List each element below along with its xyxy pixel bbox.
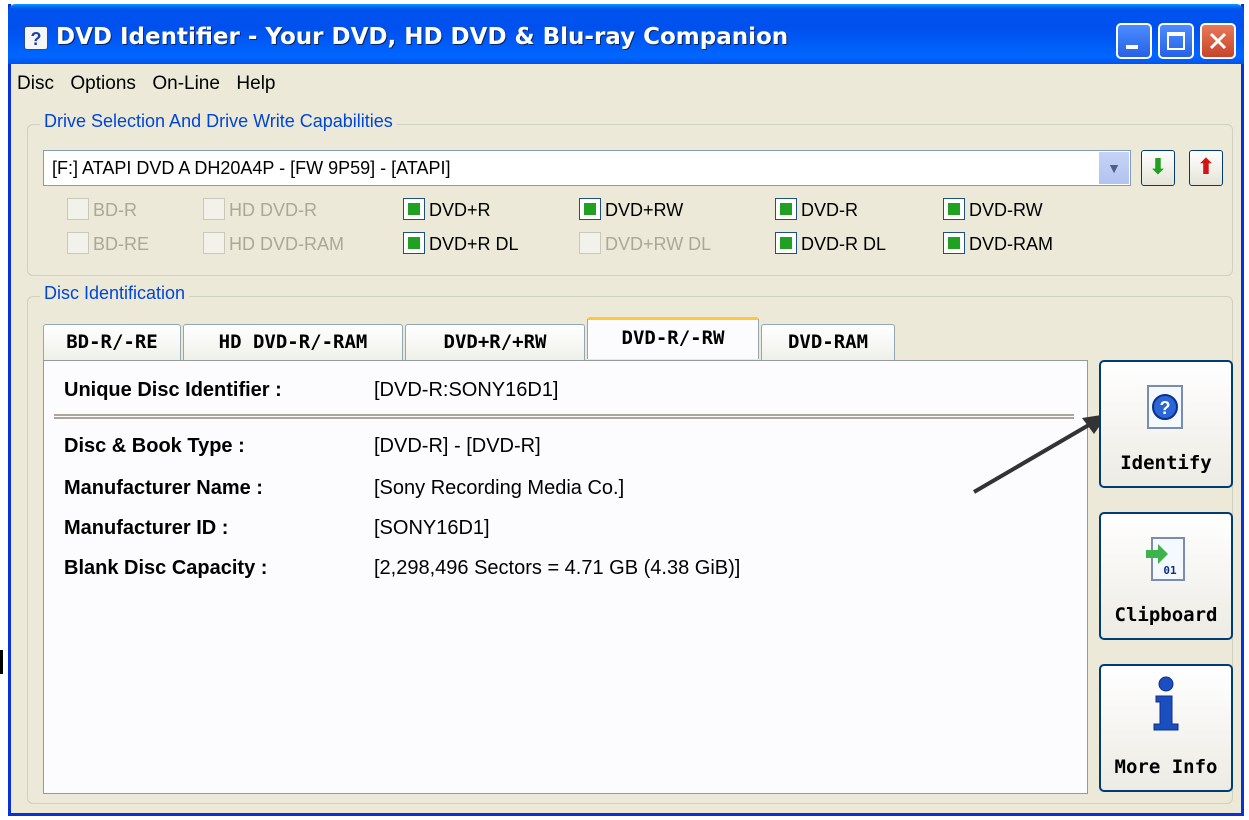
cap-dvd-minus-rw: DVD-RW xyxy=(943,198,1043,222)
cap-label: BD-RE xyxy=(93,234,150,254)
cap-bd-re: BD-RE xyxy=(67,232,150,256)
svg-text:01: 01 xyxy=(1163,564,1177,577)
drive-select-value: [F:] ATAPI DVD A DH20A4P - [FW 9P59] - [… xyxy=(52,158,451,178)
uid-label: Unique Disc Identifier : xyxy=(64,379,282,401)
more-info-button[interactable]: More Info xyxy=(1099,664,1233,792)
identify-label: Identify xyxy=(1120,452,1212,474)
cap-dvd-plus-rw: DVD+RW xyxy=(579,198,684,222)
cap-label: DVD-RAM xyxy=(969,234,1053,254)
window-title: DVD Identifier - Your DVD, HD DVD & Blu-… xyxy=(56,24,789,50)
close-button[interactable] xyxy=(1200,23,1236,59)
cap-dvd-plus-r-dl: DVD+R DL xyxy=(403,232,519,256)
clipboard-button[interactable]: 01 Clipboard xyxy=(1099,512,1233,640)
checkbox xyxy=(403,198,425,221)
checkbox xyxy=(67,232,89,255)
drive-group-label: Drive Selection And Drive Write Capabili… xyxy=(40,111,397,132)
maximize-icon xyxy=(1167,32,1185,50)
tab-dvd-minus-r-rw[interactable]: DVD-R/-RW xyxy=(587,317,759,359)
chevron-down-icon[interactable]: ▼ xyxy=(1098,152,1129,184)
uid-value: [DVD-R:SONY16D1] xyxy=(374,379,559,401)
cap-label: DVD+RW xyxy=(605,200,684,220)
manufacturer-id-label: Manufacturer ID : xyxy=(64,517,229,539)
capacity-value: [2,298,496 Sectors = 4.71 GB (4.38 GiB)] xyxy=(374,557,741,579)
cap-hd-dvd-ram: HD DVD-RAM xyxy=(203,232,344,256)
drive-select[interactable]: [F:] ATAPI DVD A DH20A4P - [FW 9P59] - [… xyxy=(43,150,1131,186)
manufacturer-name-label: Manufacturer Name : xyxy=(64,477,263,499)
checkbox xyxy=(943,198,965,221)
clipboard-label: Clipboard xyxy=(1114,604,1218,626)
maximize-button[interactable] xyxy=(1158,23,1194,59)
tab-dvd-plus-r-rw[interactable]: DVD+R/+RW xyxy=(405,324,585,360)
green-down-arrow-icon: ⬇ xyxy=(1148,154,1168,179)
info-icon xyxy=(1153,676,1179,731)
menu-online[interactable]: On-Line xyxy=(146,66,226,95)
identify-button[interactable]: ? Identify xyxy=(1099,360,1233,488)
book-type-label: Disc & Book Type : xyxy=(64,435,245,457)
checkbox xyxy=(775,232,797,255)
help-icon: ? xyxy=(24,26,48,50)
menu-bar: Disc Options On-Line Help xyxy=(11,66,1241,102)
minimize-button[interactable] xyxy=(1116,23,1152,59)
menu-help[interactable]: Help xyxy=(230,66,281,95)
svg-text:?: ? xyxy=(1160,398,1171,418)
tab-dvd-ram[interactable]: DVD-RAM xyxy=(761,324,895,360)
divider xyxy=(54,414,1074,419)
menu-options[interactable]: Options xyxy=(64,66,141,95)
book-type-value: [DVD-R] - [DVD-R] xyxy=(374,435,541,457)
cap-label: DVD+R xyxy=(429,200,491,220)
next-drive-button[interactable]: ⬇ xyxy=(1141,150,1175,186)
checkbox xyxy=(579,198,601,221)
copy-document-icon: 01 xyxy=(1146,537,1185,581)
menu-disc[interactable]: Disc xyxy=(11,66,60,95)
disc-group-label: Disc Identification xyxy=(40,283,190,304)
tab-bd-r-re[interactable]: BD-R/-RE xyxy=(43,324,181,360)
checkbox xyxy=(403,232,425,255)
checkbox xyxy=(943,232,965,255)
cap-label: HD DVD-R xyxy=(229,200,317,220)
cap-dvd-ram: DVD-RAM xyxy=(943,232,1053,256)
cap-dvd-plus-rw-dl: DVD+RW DL xyxy=(579,232,712,256)
previous-drive-button[interactable]: ⬆ xyxy=(1189,150,1223,186)
cap-dvd-minus-r: DVD-R xyxy=(775,198,858,222)
help-document-icon: ? xyxy=(1147,385,1183,429)
checkbox xyxy=(67,198,89,221)
text-cursor-mark xyxy=(0,650,3,674)
cap-label: DVD-RW xyxy=(969,200,1043,220)
cap-dvd-plus-r: DVD+R xyxy=(403,198,491,222)
cap-label: DVD+RW DL xyxy=(605,234,712,254)
disc-info-panel: Unique Disc Identifier : [DVD-R:SONY16D1… xyxy=(43,360,1088,794)
checkbox xyxy=(203,198,225,221)
annotation-arrow xyxy=(972,414,1108,494)
capacity-label: Blank Disc Capacity : xyxy=(64,557,268,579)
app-window: ? DVD Identifier - Your DVD, HD DVD & Bl… xyxy=(8,4,1244,816)
checkbox xyxy=(579,232,601,255)
cap-bd-r: BD-R xyxy=(67,198,137,222)
cap-dvd-minus-r-dl: DVD-R DL xyxy=(775,232,887,256)
manufacturer-id-value: [SONY16D1] xyxy=(374,517,490,539)
minimize-icon xyxy=(1126,45,1138,49)
cap-label: DVD-R xyxy=(801,200,858,220)
cap-label: DVD+R DL xyxy=(429,234,519,254)
title-bar[interactable]: ? DVD Identifier - Your DVD, HD DVD & Bl… xyxy=(8,4,1244,64)
checkbox xyxy=(203,232,225,255)
manufacturer-name-value: [Sony Recording Media Co.] xyxy=(374,477,625,499)
cap-label: HD DVD-RAM xyxy=(229,234,344,254)
cap-label: BD-R xyxy=(93,200,137,220)
checkbox xyxy=(775,198,797,221)
more-info-label: More Info xyxy=(1114,756,1218,778)
cap-label: DVD-R DL xyxy=(801,234,887,254)
close-icon xyxy=(1209,32,1227,50)
tab-hd-dvd-r-ram[interactable]: HD DVD-R/-RAM xyxy=(183,324,403,360)
cap-hd-dvd-r: HD DVD-R xyxy=(203,198,317,222)
red-up-arrow-icon: ⬆ xyxy=(1196,154,1216,179)
